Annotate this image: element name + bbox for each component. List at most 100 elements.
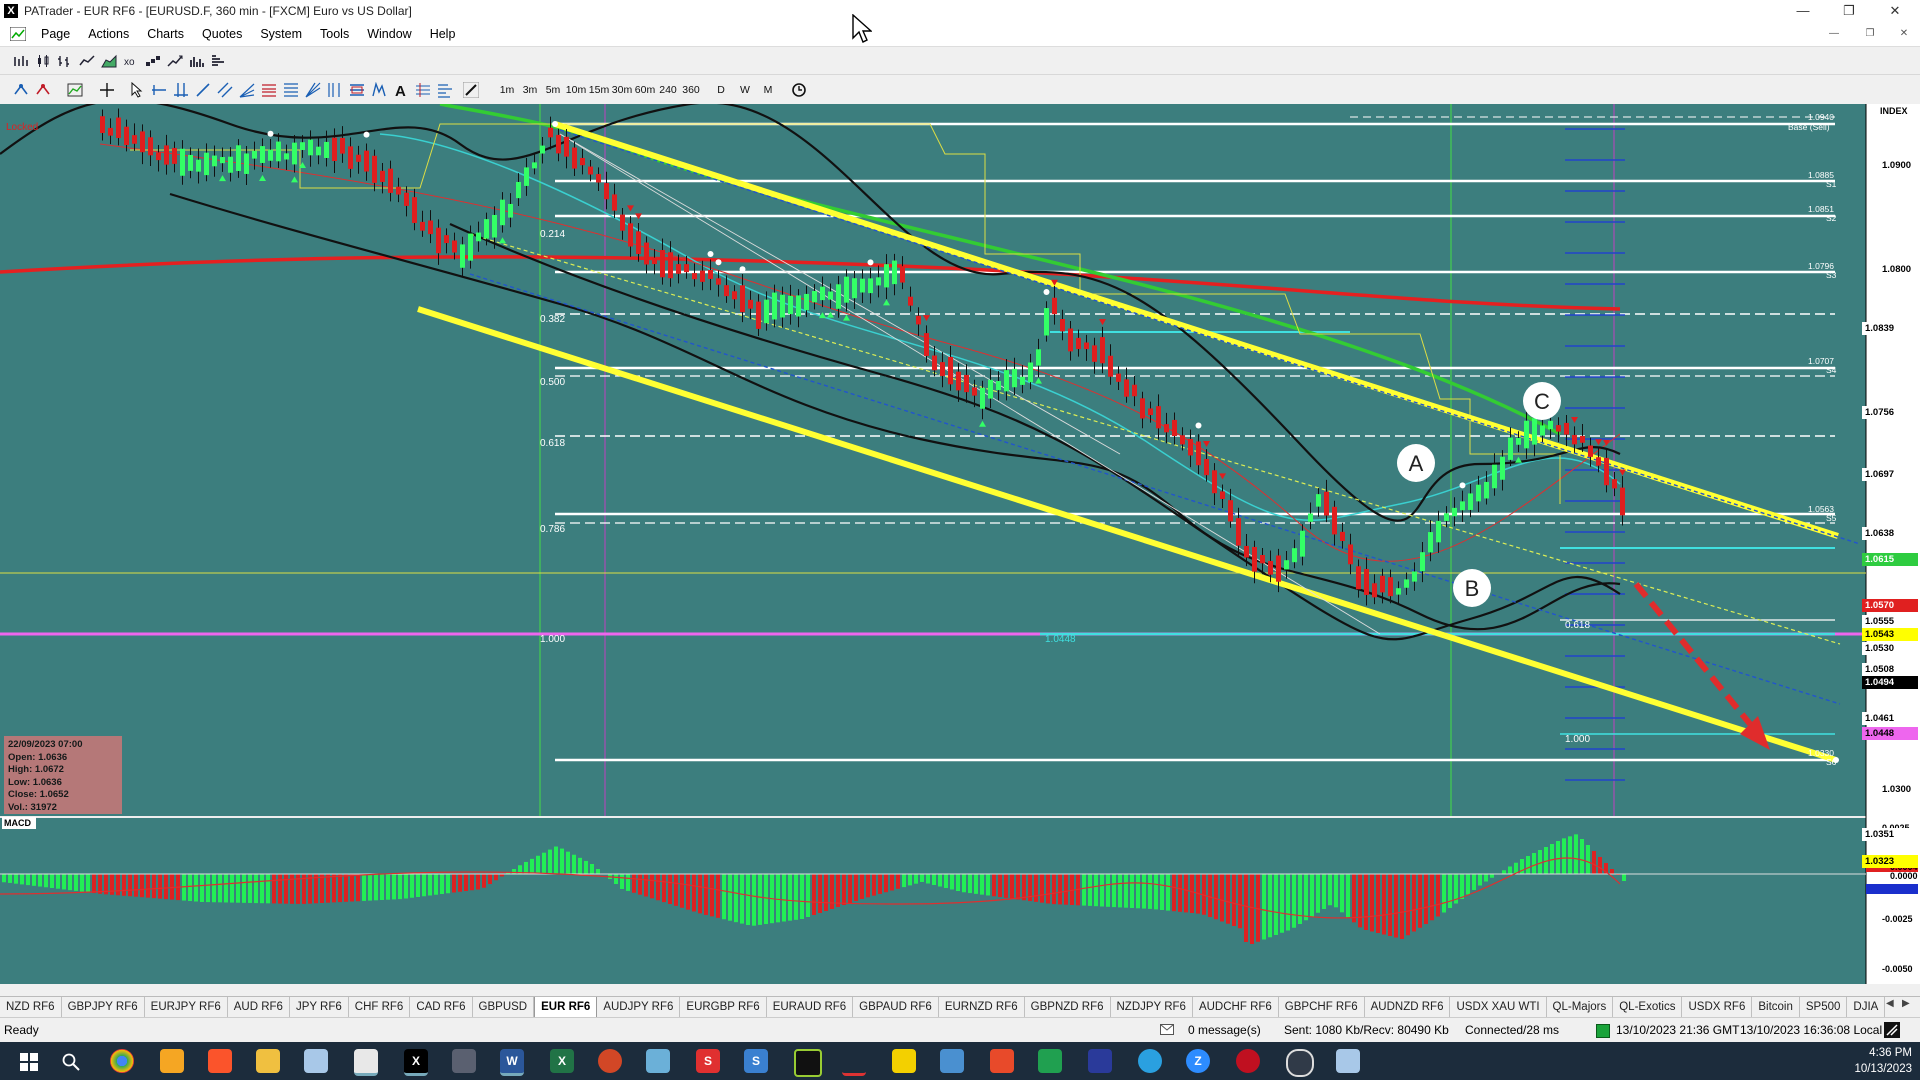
restore-button[interactable]: ❐ — [1826, 0, 1872, 22]
regression-icon[interactable] — [436, 81, 454, 99]
image-viewer-icon[interactable] — [646, 1049, 670, 1073]
close-button[interactable]: ✕ — [1872, 0, 1918, 22]
notes-app-icon-2[interactable] — [1336, 1049, 1360, 1073]
menu-quotes[interactable]: System — [251, 22, 311, 46]
symbol-tab[interactable]: NZDJPY RF6 — [1111, 997, 1193, 1017]
menu-view[interactable]: Actions — [79, 22, 138, 46]
symbol-tab[interactable]: SP500 — [1800, 997, 1848, 1017]
quote-app-icon[interactable] — [1088, 1049, 1112, 1073]
horizontal-line-icon[interactable] — [150, 81, 168, 99]
menu-actions[interactable]: Charts — [138, 22, 193, 46]
symbol-tab[interactable]: GBPAUD RF6 — [853, 997, 939, 1017]
symbol-tab[interactable]: GBPUSD — [473, 997, 535, 1017]
mdi-restore-button[interactable]: ❐ — [1859, 26, 1881, 42]
symbol-tab[interactable]: GBPJPY RF6 — [62, 997, 145, 1017]
search-icon[interactable] — [62, 1053, 80, 1071]
trendline-icon[interactable] — [194, 81, 212, 99]
menu-system[interactable]: Tools — [311, 22, 358, 46]
menu-window[interactable]: Help — [421, 22, 465, 46]
channel-icon[interactable] — [216, 81, 234, 99]
file-explorer-icon[interactable] — [256, 1049, 280, 1073]
vertical-line-icon[interactable] — [172, 81, 190, 99]
symbol-tab[interactable]: CAD RF6 — [410, 997, 473, 1017]
symbol-tab[interactable]: QL-Majors — [1547, 997, 1614, 1017]
telegram-icon[interactable] — [1138, 1049, 1162, 1073]
menu-tools[interactable]: Window — [358, 22, 420, 46]
cam-app-icon[interactable] — [990, 1049, 1014, 1073]
candle-chart-icon[interactable] — [34, 52, 52, 70]
symbol-tab[interactable]: DJIA — [1847, 997, 1886, 1017]
windows-start-icon[interactable] — [20, 1053, 38, 1071]
clock-icon[interactable] — [790, 81, 808, 99]
powerpoint-icon[interactable] — [598, 1049, 622, 1073]
zoom-icon[interactable]: Z — [1186, 1049, 1210, 1073]
symbol-tab[interactable]: Bitcoin — [1752, 997, 1800, 1017]
symbol-tab[interactable]: AUD RF6 — [228, 997, 290, 1017]
snagit-icon[interactable]: S — [696, 1049, 720, 1073]
pointer-icon[interactable] — [128, 81, 146, 99]
renko-chart-icon[interactable] — [144, 52, 162, 70]
bar-chart-icon[interactable] — [12, 52, 30, 70]
area-chart-icon[interactable] — [100, 52, 118, 70]
crosshair-icon[interactable] — [98, 81, 116, 99]
timeframe-5m-button[interactable]: 5m — [543, 82, 563, 98]
timeframe-30m-button[interactable]: 30m — [611, 82, 633, 98]
red-app-icon[interactable] — [1236, 1049, 1260, 1073]
symbol-tab[interactable]: NZD RF6 — [0, 997, 62, 1017]
symbol-tab[interactable]: USDX XAU WTI — [1450, 997, 1547, 1017]
pen-draw-icon[interactable] — [462, 81, 480, 99]
symbol-tab[interactable]: CHF RF6 — [349, 997, 411, 1017]
timeframe-w-button[interactable]: W — [737, 82, 753, 98]
snagit-editor-icon[interactable]: S — [744, 1049, 768, 1073]
symbol-tab[interactable]: EURAUD RF6 — [767, 997, 854, 1017]
histogram-chart-icon[interactable] — [210, 52, 228, 70]
symbol-tab[interactable]: AUDJPY RF6 — [597, 997, 681, 1017]
tab-scroll-right-icon[interactable]: ▶ — [1902, 998, 1910, 1009]
gann-grid-icon[interactable] — [414, 81, 432, 99]
sync-link-icon[interactable] — [34, 81, 52, 99]
symbol-tab[interactable]: EURNZD RF6 — [939, 997, 1025, 1017]
chrome-icon[interactable] — [110, 1049, 134, 1073]
point-figure-icon[interactable]: xo — [122, 52, 140, 70]
timeframe-240-button[interactable]: 240 — [657, 82, 679, 98]
remote-desktop-icon[interactable] — [940, 1049, 964, 1073]
elliott-wave-icon[interactable] — [370, 81, 388, 99]
symbol-tab[interactable]: EURGBP RF6 — [680, 997, 767, 1017]
symbol-tab[interactable]: AUDNZD RF6 — [1365, 997, 1451, 1017]
chart-area[interactable]: A B C 0.214 0.382 0.500 0.618 0.786 1.00… — [0, 98, 1920, 984]
fibonacci-icon[interactable] — [260, 81, 278, 99]
minimize-button[interactable]: — — [1780, 0, 1826, 22]
fib-time-icon[interactable] — [326, 81, 344, 99]
symbol-tab[interactable]: JPY RF6 — [290, 997, 349, 1017]
timeframe-10m-button[interactable]: 10m — [565, 82, 587, 98]
symbol-tab[interactable]: EURJPY RF6 — [145, 997, 228, 1017]
green-app-icon[interactable] — [1038, 1049, 1062, 1073]
word-icon[interactable]: W — [500, 1049, 524, 1076]
timeframe-3m-button[interactable]: 3m — [520, 82, 540, 98]
menu-page[interactable]: Page — [32, 22, 79, 46]
patrader-app-icon[interactable]: X — [404, 1049, 428, 1076]
ohlc-chart-icon[interactable] — [56, 52, 74, 70]
ninjatrader-icon[interactable] — [794, 1049, 822, 1077]
volume-chart-icon[interactable] — [188, 52, 206, 70]
symbol-tab[interactable]: AUDCHF RF6 — [1193, 997, 1279, 1017]
cross-link-icon[interactable] — [12, 81, 30, 99]
symbol-tab[interactable]: USDX RF6 — [1682, 997, 1753, 1017]
symbol-tab[interactable]: GBPNZD RF6 — [1025, 997, 1111, 1017]
sticky-notes-icon[interactable] — [892, 1049, 916, 1073]
resize-grip-icon[interactable] — [1884, 1022, 1900, 1038]
text-tool-icon[interactable]: A — [392, 81, 410, 99]
menu-charts[interactable]: Quotes — [193, 22, 251, 46]
symbol-tab[interactable]: GBPCHF RF6 — [1279, 997, 1365, 1017]
notes-app-icon[interactable] — [304, 1049, 328, 1073]
mail-app-icon[interactable] — [160, 1049, 184, 1073]
symbol-tab[interactable]: QL-Exotics — [1613, 997, 1683, 1017]
obs-icon[interactable] — [1286, 1049, 1314, 1077]
trading-app-icon[interactable] — [842, 1049, 866, 1076]
andrews-pitchfork-icon[interactable] — [348, 81, 366, 99]
timeframe-60m-button[interactable]: 60m — [634, 82, 656, 98]
system-tray-clock[interactable]: 4:36 PM 10/13/2023 — [1854, 1045, 1912, 1077]
tab-scroll-left-icon[interactable]: ◀ — [1886, 998, 1894, 1009]
excel-icon[interactable]: X — [550, 1049, 574, 1073]
timeframe-m-button[interactable]: M — [760, 82, 776, 98]
